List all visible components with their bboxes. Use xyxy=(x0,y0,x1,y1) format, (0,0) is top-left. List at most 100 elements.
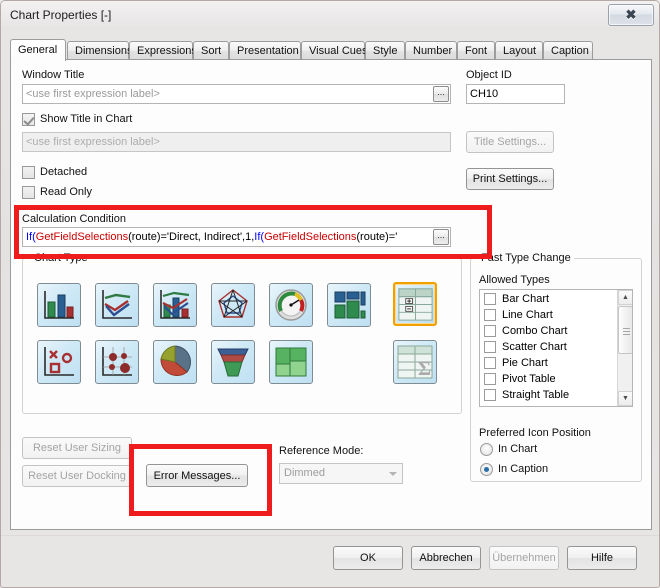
gauge-chart-icon[interactable] xyxy=(269,283,313,327)
list-item[interactable]: Scatter Chart xyxy=(480,339,619,355)
expr-token-3: If( xyxy=(254,231,265,243)
print-settings-button[interactable]: Print Settings... xyxy=(466,168,554,190)
read-only-checkbox[interactable] xyxy=(22,186,35,199)
line-chart-icon[interactable] xyxy=(95,283,139,327)
allowed-type-label: Scatter Chart xyxy=(502,341,567,353)
tab-sort[interactable]: Sort xyxy=(193,41,229,60)
tab-strip: General Dimensions Expressions Sort Pres… xyxy=(10,39,652,61)
tab-layout[interactable]: Layout xyxy=(495,41,543,60)
allowed-type-checkbox[interactable] xyxy=(484,293,496,305)
mekko-chart-icon[interactable] xyxy=(269,340,313,384)
scroll-up-icon[interactable]: ▲ xyxy=(618,290,632,305)
calculation-condition-input[interactable]: If(GetFieldSelections(route)='Direct, In… xyxy=(22,227,451,247)
ok-button[interactable]: OK xyxy=(333,546,403,570)
allowed-types-scrollbar[interactable]: ▲ ▼ xyxy=(617,290,632,406)
chart-properties-dialog: Chart Properties [-] ✖ General Dimension… xyxy=(0,0,660,588)
window-title: Chart Properties [-] xyxy=(10,8,112,22)
radio-in-chart-label: In Chart xyxy=(498,443,538,455)
preferred-icon-position-label: Preferred Icon Position xyxy=(479,427,591,439)
pie-chart-icon[interactable] xyxy=(153,340,197,384)
general-tab-page: Window Title <use first expression label… xyxy=(10,59,652,530)
radio-in-caption[interactable] xyxy=(480,463,493,476)
chart-type-group-label: Chart Type xyxy=(31,252,91,264)
fast-type-change-group-label: Fast Type Change xyxy=(478,252,574,264)
reset-user-sizing-button[interactable]: Reset User Sizing xyxy=(22,437,132,459)
funnel-chart-icon[interactable] xyxy=(211,340,255,384)
chevron-down-icon xyxy=(389,472,397,476)
bar-chart-icon[interactable] xyxy=(37,283,81,327)
show-title-label: Show Title in Chart xyxy=(40,113,133,125)
scatter-chart-icon[interactable] xyxy=(37,340,81,384)
detached-label: Detached xyxy=(40,166,88,178)
object-id-input[interactable]: CH10 xyxy=(466,84,565,104)
apply-button[interactable]: Übernehmen xyxy=(489,546,559,570)
pivot-table-icon[interactable] xyxy=(393,282,437,326)
block-chart-icon[interactable] xyxy=(327,283,371,327)
scroll-down-icon[interactable]: ▼ xyxy=(618,391,632,406)
scrollbar-thumb[interactable] xyxy=(618,306,632,354)
list-item[interactable]: Line Chart xyxy=(480,307,619,323)
title-settings-button[interactable]: Title Settings... xyxy=(466,131,554,153)
reference-mode-value: Dimmed xyxy=(284,467,325,479)
calculation-condition-label: Calculation Condition xyxy=(22,213,126,225)
tab-visual-cues[interactable]: Visual Cues xyxy=(301,41,368,60)
error-messages-button[interactable]: Error Messages... xyxy=(146,464,248,487)
allowed-type-label: Pivot Table xyxy=(502,373,556,385)
radio-in-caption-label: In Caption xyxy=(498,463,549,475)
tab-style[interactable]: Style xyxy=(365,41,405,60)
expr-token-1: GetFieldSelections xyxy=(35,231,129,243)
allowed-type-label: Combo Chart xyxy=(502,325,568,337)
allowed-type-checkbox[interactable] xyxy=(484,373,496,385)
tab-general[interactable]: General xyxy=(10,39,66,61)
allowed-type-checkbox[interactable] xyxy=(484,357,496,369)
chart-title-input[interactable]: <use first expression label> xyxy=(22,132,451,152)
allowed-types-label: Allowed Types xyxy=(479,274,550,286)
allowed-type-label: Bar Chart xyxy=(502,293,550,305)
reference-mode-select[interactable]: Dimmed xyxy=(279,463,403,484)
list-item[interactable]: Combo Chart xyxy=(480,323,619,339)
allowed-type-checkbox[interactable] xyxy=(484,325,496,337)
object-id-label: Object ID xyxy=(466,69,512,81)
expr-token-4: GetFieldSelections xyxy=(264,231,357,243)
tab-dimensions[interactable]: Dimensions xyxy=(67,41,132,60)
grid-chart-icon[interactable] xyxy=(95,340,139,384)
list-item[interactable]: Straight Table xyxy=(480,387,619,403)
detached-checkbox[interactable] xyxy=(22,166,35,179)
reset-user-docking-button[interactable]: Reset User Docking xyxy=(22,465,132,487)
radar-chart-icon[interactable] xyxy=(211,283,255,327)
allowed-type-checkbox[interactable] xyxy=(484,309,496,321)
list-item[interactable]: Pie Chart xyxy=(480,355,619,371)
window-title-browse-button[interactable]: ... xyxy=(433,86,449,102)
allowed-type-label: Pie Chart xyxy=(502,357,548,369)
combo-chart-icon[interactable] xyxy=(153,283,197,327)
cancel-button[interactable]: Abbrechen xyxy=(411,546,481,570)
tab-font[interactable]: Font xyxy=(457,41,495,60)
list-item[interactable]: Pivot Table xyxy=(480,371,619,387)
list-item[interactable]: Bar Chart xyxy=(480,291,619,307)
allowed-type-label: Straight Table xyxy=(502,389,570,401)
allowed-type-checkbox[interactable] xyxy=(484,389,496,401)
tab-number[interactable]: Number xyxy=(405,41,457,60)
window-title-label: Window Title xyxy=(22,69,85,81)
straight-table-icon[interactable]: Σ xyxy=(393,340,437,384)
svg-text:Σ: Σ xyxy=(418,358,431,380)
allowed-type-checkbox[interactable] xyxy=(484,341,496,353)
help-button[interactable]: Hilfe xyxy=(567,546,637,570)
reference-mode-label: Reference Mode: xyxy=(279,445,364,457)
read-only-label: Read Only xyxy=(40,186,92,198)
calculation-condition-browse-button[interactable]: ... xyxy=(433,229,449,245)
window-title-input[interactable]: <use first expression label> xyxy=(22,84,451,104)
close-icon: ✖ xyxy=(625,7,637,22)
dialog-footer: OK Abbrechen Übernehmen Hilfe xyxy=(1,535,659,588)
allowed-types-listbox[interactable]: Bar Chart Line Chart Combo Chart Scatter… xyxy=(479,289,633,407)
expr-token-2: (route)='Direct, Indirect',1, xyxy=(128,231,255,243)
radio-in-chart[interactable] xyxy=(480,443,493,456)
tab-expressions[interactable]: Expressions xyxy=(129,41,197,60)
tab-presentation[interactable]: Presentation xyxy=(229,41,301,60)
close-button[interactable]: ✖ xyxy=(608,4,654,26)
allowed-type-label: Line Chart xyxy=(502,309,553,321)
tab-caption[interactable]: Caption xyxy=(543,41,593,60)
expr-token-5: (route)=' xyxy=(356,231,398,243)
show-title-checkbox[interactable] xyxy=(22,113,35,126)
expr-token-0: If( xyxy=(26,231,36,243)
